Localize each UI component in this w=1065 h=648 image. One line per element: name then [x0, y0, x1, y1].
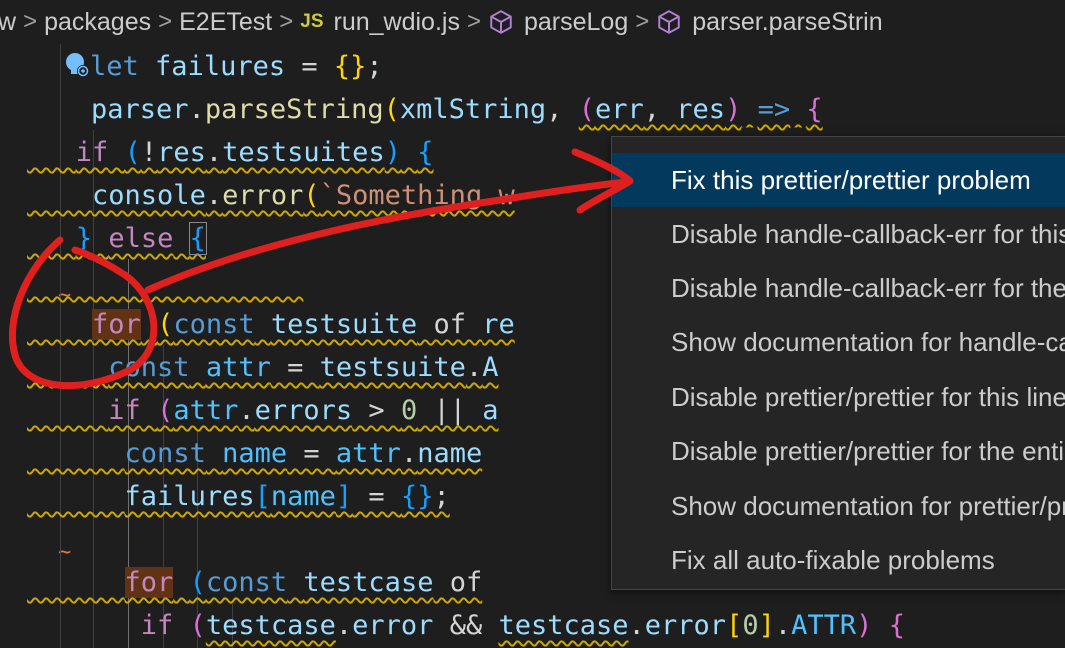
menu-item-fix-all[interactable]: Fix all auto-fixable problems: [612, 533, 1065, 587]
menu-item-disable-prettier-file[interactable]: Disable prettier/prettier for the entire…: [612, 424, 1065, 478]
breadcrumb-item-packages[interactable]: packages: [44, 8, 151, 37]
breadcrumb-separator: >: [23, 8, 38, 35]
breadcrumb-separator: >: [466, 8, 481, 35]
breadcrumb-item-root[interactable]: w: [0, 8, 16, 37]
code-line[interactable]: const name = attr.name: [27, 432, 638, 475]
code-line[interactable]: } else {: [27, 217, 638, 260]
menu-item-disable-callback-line[interactable]: Disable handle-callback-err for this lin…: [612, 207, 1065, 261]
code-line[interactable]: for (const testcase of: [27, 561, 638, 604]
menu-item-disable-prettier-line[interactable]: Disable prettier/prettier for this line: [612, 370, 1065, 424]
code-line[interactable]: if (attr.errors > 0 || a: [27, 389, 638, 432]
menu-item-docs-prettier[interactable]: Show documentation for prettier/prettier: [612, 479, 1065, 533]
symbol-method-icon: [490, 10, 512, 34]
code-line[interactable]: if (testcase.error && testcase.error[0].…: [27, 604, 905, 647]
code-line[interactable]: console.error(`Something w: [27, 174, 638, 217]
lightbulb-autofix-icon[interactable]: [62, 50, 92, 80]
menu-item-docs-callback[interactable]: Show documentation for handle-callback-e…: [612, 315, 1065, 369]
symbol-method-icon: [658, 10, 680, 34]
menu-item-fix-prettier[interactable]: Fix this prettier/prettier problem: [612, 153, 1065, 207]
editor-gutter: [0, 44, 27, 648]
breadcrumb-label: packages: [44, 7, 152, 36]
breadcrumb: w > packages > E2ETest > JS run_wdio.js …: [0, 0, 1065, 44]
breadcrumb-item-parsestring[interactable]: parser.parseStrin: [656, 7, 883, 37]
code-line[interactable]: parser.parseString(xmlString, (err, res)…: [91, 88, 823, 131]
breadcrumb-label: E2ETest: [179, 7, 273, 36]
code-line[interactable]: let failures = {};: [90, 45, 383, 88]
breadcrumb-item-e2etest[interactable]: E2ETest: [179, 8, 272, 37]
js-file-icon: JS: [300, 11, 324, 32]
breadcrumb-separator: >: [279, 8, 294, 35]
breadcrumb-label: w: [0, 7, 17, 36]
code-line[interactable]: const attr = testsuite.A: [27, 346, 638, 389]
breadcrumb-separator: >: [158, 8, 173, 35]
code-line[interactable]: for (const testsuite of re: [27, 303, 638, 346]
code-line[interactable]: [27, 260, 638, 303]
breadcrumb-label: run_wdio.js: [333, 7, 460, 36]
breadcrumb-label: parseLog: [523, 7, 629, 36]
breadcrumb-item-parselog[interactable]: parseLog: [488, 8, 628, 37]
breadcrumb-label: parser.parseStrin: [692, 7, 883, 36]
quick-fix-menu: Fix this prettier/prettier problem Disab…: [611, 136, 1065, 590]
breadcrumb-separator: >: [635, 8, 650, 35]
code-line[interactable]: failures[name] = {};: [27, 475, 638, 518]
menu-item-disable-callback-file[interactable]: Disable handle-callback-err for the enti…: [612, 261, 1065, 315]
breadcrumb-item-file[interactable]: JS run_wdio.js: [300, 8, 460, 37]
code-line[interactable]: if (!res.testsuites) {: [27, 131, 638, 174]
